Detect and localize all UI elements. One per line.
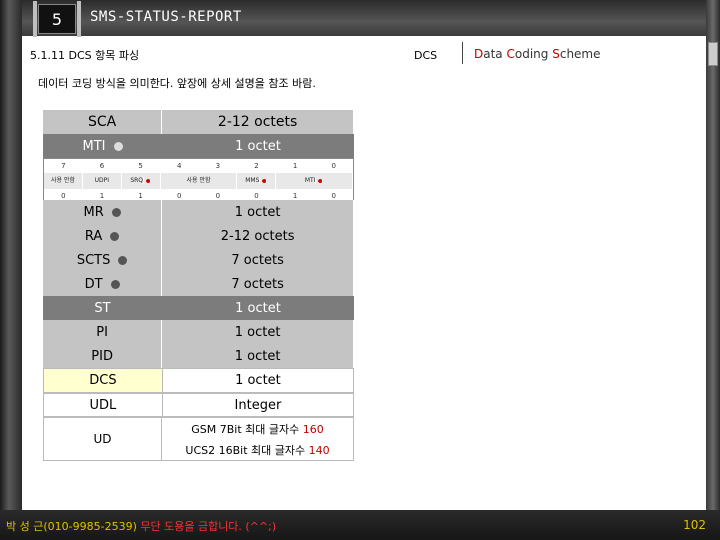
slide-number: 5 — [51, 9, 63, 29]
field-size: 1 octet — [235, 138, 281, 154]
field-size: 1 octet — [162, 320, 354, 344]
dcs-meaning-d: D — [474, 47, 484, 61]
scroll-stub — [708, 42, 718, 66]
dcs-label: DCS — [414, 49, 438, 62]
field-size: Integer — [234, 397, 282, 413]
field-size: 1 octet — [162, 344, 354, 368]
bit-name: UDPI — [83, 173, 122, 189]
field-size: 1 octet — [235, 300, 281, 316]
bit-name-mti: MTI — [276, 173, 353, 189]
bullet-icon — [110, 279, 120, 289]
dcs-meaning-ata: ata — [483, 47, 507, 61]
bullet-icon — [113, 141, 123, 151]
field-size: 7 octets — [162, 272, 354, 296]
red-dot-icon — [262, 178, 268, 183]
table-row-ra: RA 2-12 octets — [43, 224, 354, 248]
bullet-icon — [111, 207, 121, 217]
ud-ucs2-line: UCS2 16Bit 최대 글자수 140 — [185, 443, 330, 457]
left-border — [0, 0, 22, 510]
bit-number: 4 — [176, 162, 182, 170]
bit-number: 5 — [138, 162, 143, 170]
red-dot-icon — [146, 178, 152, 183]
table-row-sca: SCA 2-12 octets — [43, 110, 354, 134]
dcs-meaning: Data Coding Scheme — [474, 47, 601, 61]
right-border — [706, 0, 720, 510]
section-description: 데이터 코딩 방식을 의미한다. 앞장에 상세 설명을 참조 바람. — [38, 77, 316, 90]
bit-number: 6 — [99, 162, 105, 170]
bit-name-srq: SRQ — [122, 173, 161, 189]
bit-name-mms: MMS — [237, 173, 277, 189]
field-label: MR — [83, 204, 104, 220]
footer-text: 박 성 근(010-9985-2539) 무단 도용을 금합니다. (^^;) — [6, 518, 276, 534]
table-row-pi: PI 1 octet — [43, 320, 354, 344]
field-label: RA — [84, 228, 103, 244]
bit-number: 2 — [254, 162, 259, 170]
field-size: 2-12 octets — [162, 110, 354, 134]
field-size: 1 octet — [162, 200, 354, 224]
table-row-udl: UDL Integer — [43, 393, 354, 417]
field-label: DCS — [44, 369, 163, 392]
bit-number: 7 — [61, 162, 66, 170]
field-label-wrap: RA — [43, 224, 163, 248]
slide-number-box: 5 — [33, 1, 81, 37]
table-row-st: ST 1 octet — [43, 296, 354, 320]
table-row-ud-label: UD — [43, 417, 162, 461]
field-label: DT — [84, 276, 103, 292]
page-number: 102 — [683, 518, 706, 532]
dcs-meaning-cheme: cheme — [559, 47, 601, 61]
field-label-wrap: SCTS — [43, 248, 163, 272]
bullet-icon — [118, 255, 128, 265]
bit-name-row: 사용 안함 UDPI SRQ 사용 안함 MMS MTI — [44, 173, 353, 189]
footer-notice: 무단 도용을 금합니다. (^^;) — [140, 520, 277, 533]
field-label: SCA — [43, 110, 163, 134]
field-label: MTI — [82, 138, 106, 154]
field-label: ST — [94, 300, 111, 316]
field-label: PI — [43, 320, 163, 344]
divider-line — [462, 42, 463, 64]
field-size: 2-12 octets — [162, 224, 354, 248]
slide: 5 SMS-STATUS-REPORT 5.1.11 DCS 항목 파싱 데이터… — [0, 0, 720, 540]
field-label: UDL — [44, 394, 163, 416]
table-row-ud-detail: GSM 7Bit 최대 글자수 160 UCS2 16Bit 최대 글자수 14… — [162, 417, 354, 461]
ud-gsm-line: GSM 7Bit 최대 글자수 160 — [191, 422, 324, 436]
field-label-wrap: MTI — [43, 134, 162, 158]
dcs-meaning-oding: oding — [514, 47, 553, 61]
field-size: 7 octets — [162, 248, 354, 272]
bullet-icon — [110, 231, 120, 241]
bit-number: 1 — [292, 162, 298, 170]
bit-number-row: 7 6 5 4 3 2 1 0 — [44, 159, 353, 173]
dcs-meaning-s: S — [552, 47, 560, 61]
field-label-wrap: DT — [43, 272, 163, 296]
table-row-scts: SCTS 7 octets — [43, 248, 354, 272]
section-heading: 5.1.11 DCS 항목 파싱 — [30, 49, 140, 62]
field-size: 1 octet — [235, 373, 281, 388]
footer-author: 박 성 근(010-9985-2539) — [6, 520, 141, 533]
mti-bit-diagram: 7 6 5 4 3 2 1 0 사용 안함 UDPI SRQ 사용 안함 MMS… — [43, 158, 354, 204]
bit-name: 사용 안함 — [44, 173, 83, 189]
table-row-pid: PID 1 octet — [43, 344, 354, 368]
field-label: PID — [43, 344, 163, 368]
bit-number: 3 — [215, 162, 221, 170]
table-row-mr: MR 1 octet — [43, 200, 354, 224]
slide-title: SMS-STATUS-REPORT — [90, 9, 242, 25]
field-label: UD — [93, 432, 112, 446]
bit-number: 0 — [331, 162, 336, 170]
table-row-mti: MTI 1 octet — [43, 134, 354, 158]
field-label-wrap: MR — [43, 200, 163, 224]
red-dot-icon — [318, 178, 324, 183]
table-row-dcs: DCS 1 octet — [43, 368, 354, 393]
dcs-meaning-c: C — [506, 47, 515, 61]
field-label: SCTS — [76, 252, 111, 268]
table-row-dt: DT 7 octets — [43, 272, 354, 296]
bit-name: 사용 안함 — [161, 173, 238, 189]
